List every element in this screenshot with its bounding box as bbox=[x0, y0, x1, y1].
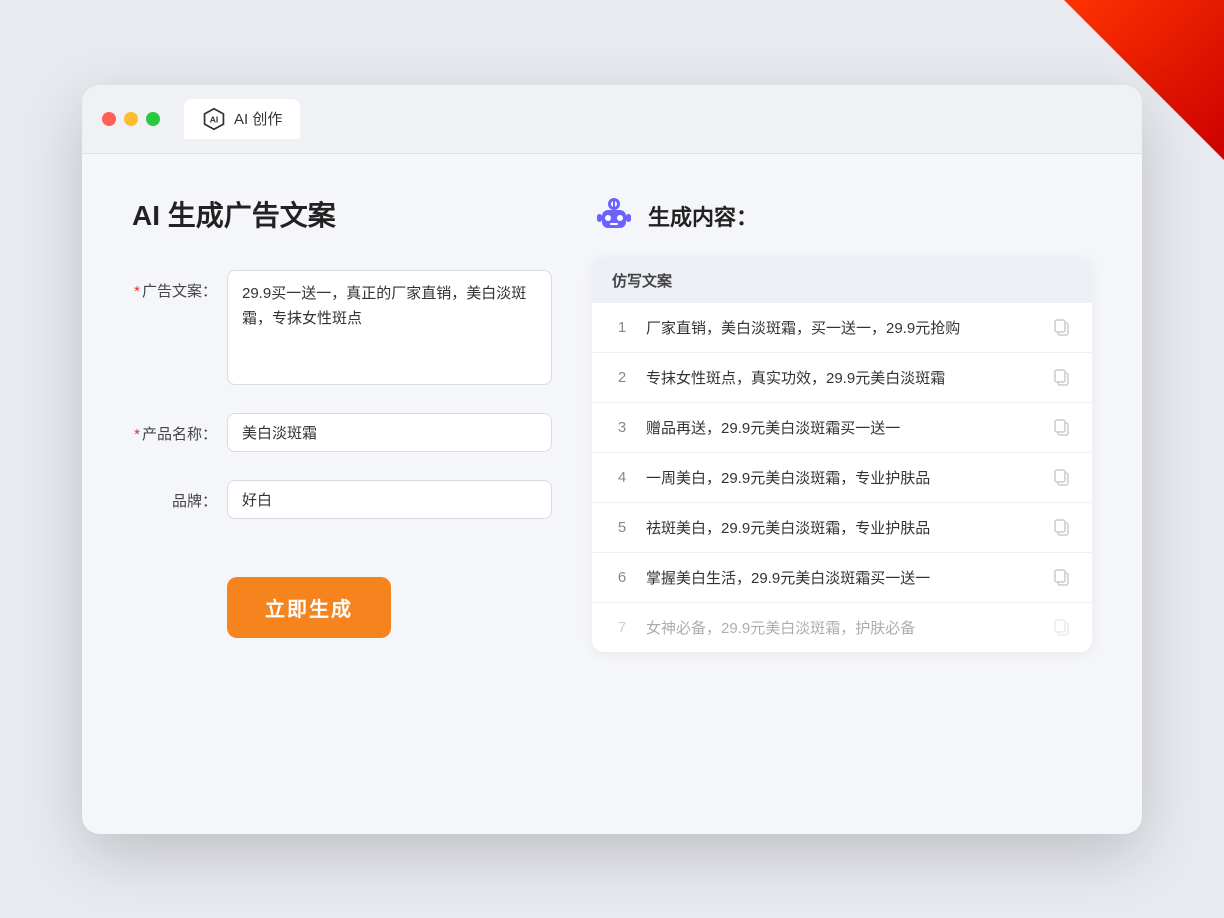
brand-input[interactable] bbox=[227, 480, 552, 519]
traffic-lights bbox=[102, 112, 160, 126]
required-star-1: * bbox=[134, 283, 140, 300]
table-row: 2 专抹女性斑点，真实功效，29.9元美白淡斑霜 bbox=[592, 353, 1092, 403]
result-rows-container: 1 厂家直销，美白淡斑霜，买一送一，29.9元抢购 2 专抹女性斑点，真实功效，29… bbox=[592, 303, 1092, 652]
ai-tab-icon: AI bbox=[202, 107, 226, 131]
row-text: 女神必备，29.9元美白淡斑霜，护肤必备 bbox=[646, 617, 1038, 638]
row-number: 6 bbox=[612, 569, 632, 586]
row-number: 7 bbox=[612, 619, 632, 636]
required-star-2: * bbox=[134, 426, 140, 443]
copy-icon[interactable] bbox=[1052, 517, 1072, 537]
row-text: 一周美白，29.9元美白淡斑霜，专业护肤品 bbox=[646, 467, 1038, 488]
row-number: 2 bbox=[612, 369, 632, 386]
right-panel: 生成内容： 仿写文案 1 厂家直销，美白淡斑霜，买一送一，29.9元抢购 2 专抹女… bbox=[592, 194, 1092, 794]
table-row: 5 祛斑美白，29.9元美白淡斑霜，专业护肤品 bbox=[592, 503, 1092, 553]
table-header: 仿写文案 bbox=[592, 258, 1092, 303]
row-text: 祛斑美白，29.9元美白淡斑霜，专业护肤品 bbox=[646, 517, 1038, 538]
row-text: 赠品再送，29.9元美白淡斑霜买一送一 bbox=[646, 417, 1038, 438]
row-number: 5 bbox=[612, 519, 632, 536]
table-row: 7 女神必备，29.9元美白淡斑霜，护肤必备 bbox=[592, 603, 1092, 652]
maximize-button[interactable] bbox=[146, 112, 160, 126]
generate-button[interactable]: 立即生成 bbox=[227, 577, 391, 638]
row-text: 掌握美白生活，29.9元美白淡斑霜买一送一 bbox=[646, 567, 1038, 588]
table-row: 3 赠品再送，29.9元美白淡斑霜买一送一 bbox=[592, 403, 1092, 453]
app-window: AI AI 创作 AI 生成广告文案 *广告文案： *产品名称： bbox=[82, 85, 1142, 834]
product-name-input[interactable] bbox=[227, 413, 552, 452]
product-name-label: *产品名称： bbox=[132, 413, 217, 444]
row-number: 4 bbox=[612, 469, 632, 486]
row-text: 厂家直销，美白淡斑霜，买一送一，29.9元抢购 bbox=[646, 317, 1038, 338]
row-number: 3 bbox=[612, 419, 632, 436]
titlebar: AI AI 创作 bbox=[82, 85, 1142, 154]
row-number: 1 bbox=[612, 319, 632, 336]
svg-text:AI: AI bbox=[210, 114, 219, 124]
form-row-ad-copy: *广告文案： bbox=[132, 270, 552, 385]
page-title: AI 生成广告文案 bbox=[132, 194, 552, 234]
close-button[interactable] bbox=[102, 112, 116, 126]
robot-icon bbox=[592, 194, 636, 238]
result-title: 生成内容： bbox=[648, 200, 758, 232]
form-row-product-name: *产品名称： bbox=[132, 413, 552, 452]
ad-copy-textarea[interactable] bbox=[227, 270, 552, 385]
copy-icon[interactable] bbox=[1052, 567, 1072, 587]
ad-copy-label: *广告文案： bbox=[132, 270, 217, 301]
main-content: AI 生成广告文案 *广告文案： *产品名称： 品牌： 立 bbox=[82, 154, 1142, 834]
copy-icon[interactable] bbox=[1052, 617, 1072, 637]
copy-icon[interactable] bbox=[1052, 417, 1072, 437]
result-table: 仿写文案 1 厂家直销，美白淡斑霜，买一送一，29.9元抢购 2 专抹女性斑点，真实… bbox=[592, 258, 1092, 652]
copy-icon[interactable] bbox=[1052, 467, 1072, 487]
tab-ai-creation[interactable]: AI AI 创作 bbox=[184, 99, 300, 139]
tab-label: AI 创作 bbox=[234, 108, 282, 129]
row-text: 专抹女性斑点，真实功效，29.9元美白淡斑霜 bbox=[646, 367, 1038, 388]
result-header: 生成内容： bbox=[592, 194, 1092, 238]
form-row-brand: 品牌： bbox=[132, 480, 552, 519]
left-panel: AI 生成广告文案 *广告文案： *产品名称： 品牌： 立 bbox=[132, 194, 552, 794]
table-row: 4 一周美白，29.9元美白淡斑霜，专业护肤品 bbox=[592, 453, 1092, 503]
copy-icon[interactable] bbox=[1052, 317, 1072, 337]
brand-label: 品牌： bbox=[132, 480, 217, 511]
table-row: 6 掌握美白生活，29.9元美白淡斑霜买一送一 bbox=[592, 553, 1092, 603]
table-row: 1 厂家直销，美白淡斑霜，买一送一，29.9元抢购 bbox=[592, 303, 1092, 353]
minimize-button[interactable] bbox=[124, 112, 138, 126]
copy-icon[interactable] bbox=[1052, 367, 1072, 387]
